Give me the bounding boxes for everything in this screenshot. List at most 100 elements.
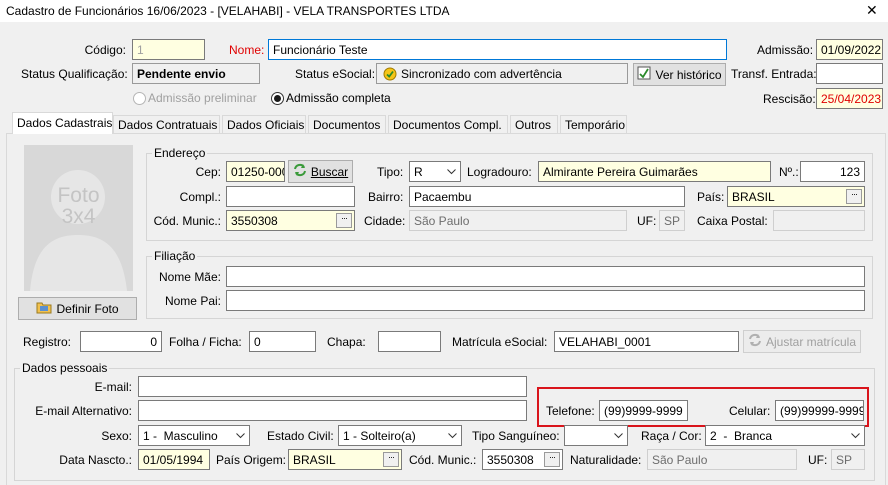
- tab-documentos[interactable]: Documentos: [308, 115, 386, 133]
- status-esocial-label: Status eSocial:: [295, 67, 376, 81]
- window-title: Cadastro de Funcionários 16/06/2023 - [V…: [6, 4, 450, 18]
- email-alt-label: E-mail Alternativo:: [35, 404, 132, 418]
- pais-label: País:: [697, 190, 725, 204]
- status-qualificacao-field: Pendente envio: [132, 63, 260, 84]
- rescisao-field[interactable]: 25/04/2023: [816, 88, 883, 109]
- cod-munic-value: 3550308: [231, 214, 278, 228]
- tab-temporario[interactable]: Temporário: [560, 115, 627, 133]
- status-esocial-text: Sincronizado com advertência: [401, 67, 562, 81]
- photo-text-line1: Foto: [57, 184, 100, 207]
- cidade-label: Cidade:: [364, 214, 406, 228]
- pais-field[interactable]: BRASIL ···: [727, 186, 865, 207]
- tab-dados-contratuais[interactable]: Dados Contratuais: [113, 115, 220, 133]
- chevron-down-icon[interactable]: [232, 426, 249, 445]
- tipo-sanguineo-select[interactable]: [564, 425, 628, 446]
- tipo-select[interactable]: R: [409, 161, 461, 182]
- nome-pai-label: Nome Pai:: [164, 294, 221, 308]
- refresh-icon: [293, 163, 307, 180]
- definir-foto-button[interactable]: Definir Foto: [18, 297, 137, 320]
- folha-label: Folha / Ficha:: [169, 335, 242, 349]
- transf-entrada-field[interactable]: [816, 63, 883, 84]
- cep-field[interactable]: 01250-000: [226, 161, 285, 182]
- pais-lookup-icon[interactable]: ···: [846, 189, 862, 204]
- raca-select[interactable]: 2 - Branca: [705, 425, 865, 446]
- sexo-label: Sexo:: [101, 429, 132, 443]
- sexo-select[interactable]: 1 - Masculino: [138, 425, 250, 446]
- compl-field[interactable]: [226, 186, 355, 207]
- bairro-label: Bairro:: [368, 190, 404, 204]
- chapa-field[interactable]: [378, 331, 441, 352]
- celular-field[interactable]: (99)99999-9999: [775, 400, 864, 421]
- ajustar-matricula-label: Ajustar matrícula: [765, 334, 857, 349]
- cod-munic-lookup-icon[interactable]: ···: [336, 213, 352, 228]
- telefone-field[interactable]: (99)9999-9999: [599, 400, 688, 421]
- buscar-label: Buscar: [310, 164, 349, 179]
- tab-outros[interactable]: Outros: [510, 115, 558, 133]
- buscar-button[interactable]: Buscar: [288, 160, 353, 183]
- chevron-down-icon[interactable]: [847, 426, 864, 445]
- cod-munic-field[interactable]: 3550308 ···: [226, 210, 355, 231]
- tab-dados-cadastrais[interactable]: Dados Cadastrais: [12, 112, 113, 134]
- pais-origem-field[interactable]: BRASIL ···: [288, 449, 402, 470]
- compl-label: Compl.:: [179, 190, 221, 204]
- photo-placeholder: Foto 3x4: [24, 145, 133, 291]
- ver-historico-label: Ver histórico: [655, 67, 722, 82]
- photo-text-line2: 3x4: [61, 205, 96, 228]
- admissao-preliminar-radio[interactable]: [133, 92, 146, 105]
- estado-civil-value: 1 - Solteiro(a): [343, 429, 416, 443]
- filiacao-title: Filiação: [152, 249, 198, 263]
- tipo-value: R: [414, 165, 423, 179]
- esocial-warning-icon: [383, 67, 397, 83]
- logradouro-field[interactable]: Almirante Pereira Guimarães: [538, 161, 771, 182]
- close-icon[interactable]: ✕: [866, 3, 878, 17]
- nome-pai-field[interactable]: [226, 290, 865, 311]
- registro-field[interactable]: 0: [80, 331, 162, 352]
- chapa-label: Chapa:: [327, 335, 366, 349]
- cod-munic-nasc-field[interactable]: 3550308 ···: [482, 449, 563, 470]
- email-field[interactable]: [138, 376, 527, 397]
- cod-munic-nasc-value: 3550308: [487, 453, 534, 467]
- nome-field[interactable]: Funcionário Teste: [268, 39, 727, 60]
- tipo-label: Tipo:: [377, 165, 404, 179]
- logradouro-label: Logradouro:: [467, 165, 532, 179]
- bairro-field[interactable]: Pacaembu: [409, 186, 685, 207]
- chevron-down-icon[interactable]: [610, 426, 627, 445]
- refresh-disabled-icon: [748, 333, 762, 350]
- uf-nasc-field: SP: [831, 449, 865, 470]
- email-label: E-mail:: [94, 380, 132, 394]
- naturalidade-field: São Paulo: [647, 449, 797, 470]
- admissao-completa-label: Admissão completa: [286, 91, 391, 105]
- data-nasc-field[interactable]: 01/05/1994: [138, 449, 210, 470]
- admissao-completa-radio[interactable]: [271, 92, 284, 105]
- pais-origem-lookup-icon[interactable]: ···: [383, 452, 399, 467]
- folha-field[interactable]: 0: [249, 331, 316, 352]
- status-qualificacao-label: Status Qualificação:: [21, 67, 128, 81]
- rescisao-label: Rescisão:: [763, 92, 816, 106]
- naturalidade-label: Naturalidade:: [570, 453, 642, 467]
- admissao-field[interactable]: 01/09/2022: [816, 39, 883, 60]
- pais-origem-value: BRASIL: [293, 453, 336, 467]
- nome-mae-field[interactable]: [226, 266, 865, 287]
- chevron-down-icon[interactable]: [444, 426, 461, 445]
- pais-value: BRASIL: [732, 190, 775, 204]
- matricula-field[interactable]: VELAHABI_0001: [554, 331, 739, 352]
- tab-dados-oficiais[interactable]: Dados Oficiais: [222, 115, 306, 133]
- numero-label: Nº.:: [779, 165, 799, 179]
- definir-foto-label: Definir Foto: [56, 301, 119, 316]
- numero-field[interactable]: 123: [800, 161, 865, 182]
- chevron-down-icon[interactable]: [443, 162, 460, 181]
- uf-field: SP: [659, 210, 685, 231]
- estado-civil-select[interactable]: 1 - Solteiro(a): [338, 425, 462, 446]
- data-nasc-label: Data Nascto.:: [59, 453, 132, 467]
- codigo-field[interactable]: 1: [132, 39, 205, 60]
- ajustar-matricula-button[interactable]: Ajustar matrícula: [743, 330, 861, 353]
- admissao-preliminar-label: Admissão preliminar: [148, 91, 257, 105]
- tab-documentos-compl[interactable]: Documentos Compl.: [388, 115, 508, 133]
- email-alt-field[interactable]: [138, 400, 527, 421]
- uf-nasc-label: UF:: [808, 453, 828, 467]
- registro-label: Registro:: [23, 335, 72, 349]
- estado-civil-label: Estado Civil:: [267, 429, 334, 443]
- telefone-label: Telefone:: [546, 404, 595, 418]
- ver-historico-button[interactable]: Ver histórico: [633, 63, 726, 86]
- cod-munic-nasc-lookup-icon[interactable]: ···: [544, 452, 560, 467]
